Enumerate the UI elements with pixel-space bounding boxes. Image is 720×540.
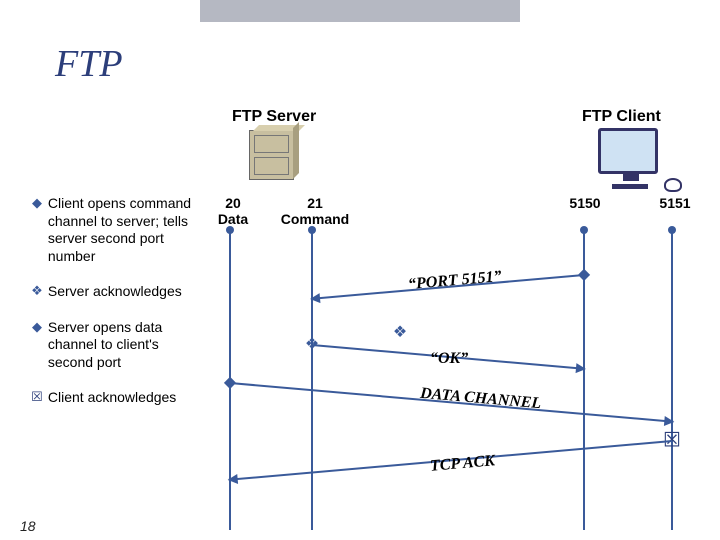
port-21-label: 21 Command	[275, 195, 355, 227]
bullet-4: ☒ Client acknowledges	[30, 389, 205, 407]
bullet-list: ◆ Client opens command channel to server…	[30, 195, 205, 425]
bullet-1: ◆ Client opens command channel to server…	[30, 195, 205, 265]
port-21-num: 21	[275, 195, 355, 211]
bullet-4-text: Client acknowledges	[48, 389, 203, 407]
port-20-name: Data	[208, 211, 258, 227]
msg-port: “PORT 5151”	[407, 268, 502, 294]
header-bar	[200, 0, 520, 22]
xbox-icon: ☒	[30, 389, 44, 405]
diamond-icon: ◆	[30, 319, 44, 335]
diamond-icon: ◆	[30, 195, 44, 211]
bullet-3: ◆ Server opens data channel to client's …	[30, 319, 205, 372]
port-5150-label: 5150	[560, 195, 610, 211]
server-icon	[249, 130, 294, 180]
lifeline-21	[311, 230, 313, 530]
msg-ack: TCP ACK	[429, 452, 495, 476]
bullet-2-text: Server acknowledges	[48, 283, 203, 301]
dot	[668, 226, 676, 234]
diamond-open-marker-mid: ❖	[393, 322, 407, 342]
bullet-2: ❖ Server acknowledges	[30, 283, 205, 301]
server-header: FTP Server	[232, 108, 316, 126]
client-header: FTP Client	[582, 108, 661, 126]
client-mouse-icon	[664, 178, 682, 192]
port-5151-label: 5151	[650, 195, 700, 211]
msg-data: DATA CHANNEL	[419, 385, 541, 414]
bullet-1-text: Client opens command channel to server; …	[48, 195, 203, 265]
page-title: FTP	[55, 42, 123, 86]
dot	[308, 226, 316, 234]
client-monitor-icon	[598, 128, 658, 174]
diamond-open-icon: ❖	[30, 283, 44, 299]
page-number: 18	[20, 518, 36, 534]
dot	[226, 226, 234, 234]
msg-ok: “OK”	[430, 350, 468, 368]
port-20-label: 20 Data	[208, 195, 258, 227]
port-20-num: 20	[208, 195, 258, 211]
client-monitor-base	[612, 184, 648, 189]
bullet-3-text: Server opens data channel to client's se…	[48, 319, 203, 372]
lifeline-5151	[671, 230, 673, 530]
dot	[580, 226, 588, 234]
port-21-name: Command	[275, 211, 355, 227]
